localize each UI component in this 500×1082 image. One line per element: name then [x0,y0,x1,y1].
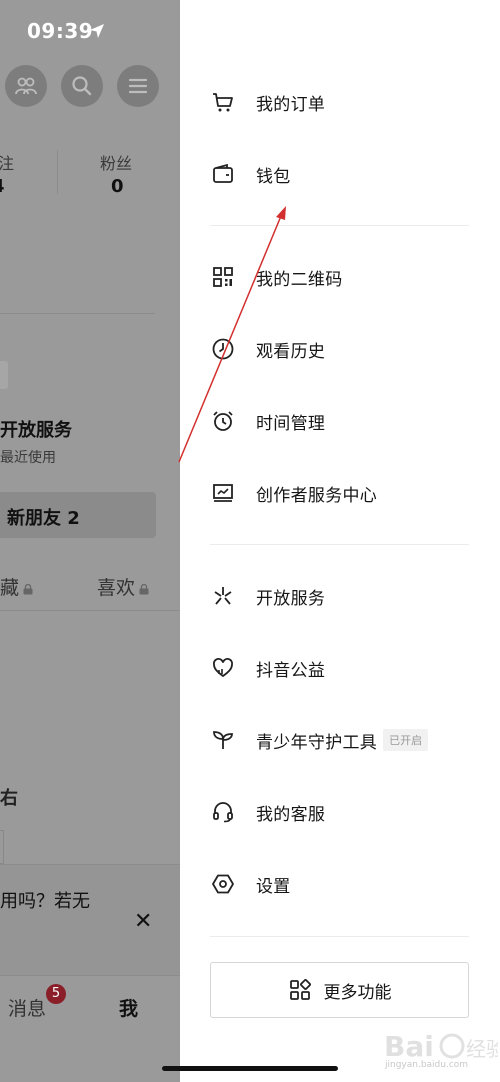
svg-text:Bai: Bai [384,1030,434,1063]
friends-icon [15,77,37,95]
menu-item-orders[interactable]: 我的订单 [210,80,470,124]
following-count: 4 [0,176,5,197]
open-service-icon [210,583,236,609]
new-friends-button[interactable]: 新朋友 2 [0,492,156,538]
side-drawer: 我的订单 钱包 我的二维码 观看历史 时间管理 创作者服务中心 开放服务 抖音公… [180,0,500,1082]
input-fragment [0,830,4,864]
stats-divider [57,150,58,194]
followers-label: 粉丝 [100,154,133,173]
menu-item-label: 青少年守护工具 [256,732,378,753]
tab-favorites-label: 藏 [0,577,20,599]
close-icon[interactable]: ✕ [134,909,152,934]
hamburger-menu-icon [128,78,148,94]
menu-item-label: 开放服务 [256,588,326,609]
cart-icon [210,89,236,115]
qr-code-icon [210,264,236,290]
open-services-title: 开放服务 [0,420,72,441]
menu-divider [210,544,469,545]
charity-heart-icon [210,655,236,681]
menu-item-settings[interactable]: 设置 [210,862,470,906]
menu-item-watch-history[interactable]: 观看历史 [210,327,470,371]
watermark-url: jingyan.baidu.com [385,1060,469,1070]
menu-item-label: 创作者服务中心 [256,485,378,506]
creator-monitor-icon [210,480,236,506]
status-badge: 已开启 [383,729,429,751]
new-friends-label: 新朋友 2 [7,508,80,529]
menu-item-label: 我的二维码 [256,269,343,290]
menu-item-qr-code[interactable]: 我的二维码 [210,255,470,299]
recently-used-subtitle: 最近使用 [0,450,56,466]
menu-divider [210,936,469,937]
home-indicator[interactable] [162,1066,338,1071]
more-features-label: 更多功能 [323,982,392,1003]
menu-item-customer-service[interactable]: 我的客服 [210,790,470,834]
followers-count: 0 [111,176,124,197]
tabs-divider [0,610,180,611]
menu-item-label: 设置 [256,876,291,897]
menu-divider [210,225,469,226]
nav-messages[interactable]: 消息 [8,994,46,1021]
menu-item-charity[interactable]: 抖音公益 [210,646,470,690]
tag-chip [0,361,8,389]
messages-badge: 5 [46,984,66,1004]
wallet-icon [210,161,236,187]
sprout-icon [210,727,236,753]
banner-text: 用吗？若无 [0,891,90,912]
menu-item-time-management[interactable]: 时间管理 [210,399,470,443]
menu-item-label: 我的客服 [256,804,326,825]
grid-apps-icon [289,979,311,1000]
menu-item-youth-guard[interactable]: 青少年守护工具 已开启 [210,718,470,762]
lock-icon [139,584,149,595]
tab-favorites[interactable]: 藏 [0,573,33,600]
nav-me[interactable]: 我 [119,994,138,1021]
svg-text:经验: 经验 [466,1037,498,1061]
search-button[interactable] [61,65,103,107]
history-icon [210,336,236,362]
menu-item-creator-center[interactable]: 创作者服务中心 [210,471,470,515]
location-arrow-icon [90,24,104,38]
section-divider [0,313,155,314]
settings-hexagon-icon [210,871,236,897]
menu-item-label: 时间管理 [256,413,326,434]
tab-likes[interactable]: 喜欢 [97,573,149,600]
following-label: 注 [0,154,15,173]
section-heading-fragment: 右 [0,788,18,809]
status-time: 09:39 [27,19,94,43]
menu-item-label: 观看历史 [256,341,326,362]
menu-item-label: 抖音公益 [256,660,326,681]
menu-button[interactable] [117,65,159,107]
headset-icon [210,799,236,825]
lock-icon [23,584,33,595]
prompt-banner: 用吗？若无 ✕ [0,864,180,976]
menu-item-label: 钱包 [256,166,291,187]
menu-item-label: 我的订单 [256,94,326,115]
more-features-button[interactable]: 更多功能 [210,962,469,1018]
alarm-clock-icon [210,408,236,434]
tab-likes-label: 喜欢 [97,577,136,599]
menu-item-wallet[interactable]: 钱包 [210,152,470,196]
search-icon [72,76,92,96]
menu-item-open-services[interactable]: 开放服务 [210,574,470,618]
friends-button[interactable] [5,65,47,107]
background-profile-page: 09:39 注 4 粉丝 0 开放服务 最近使用 新朋友 2 藏 [0,0,180,1082]
